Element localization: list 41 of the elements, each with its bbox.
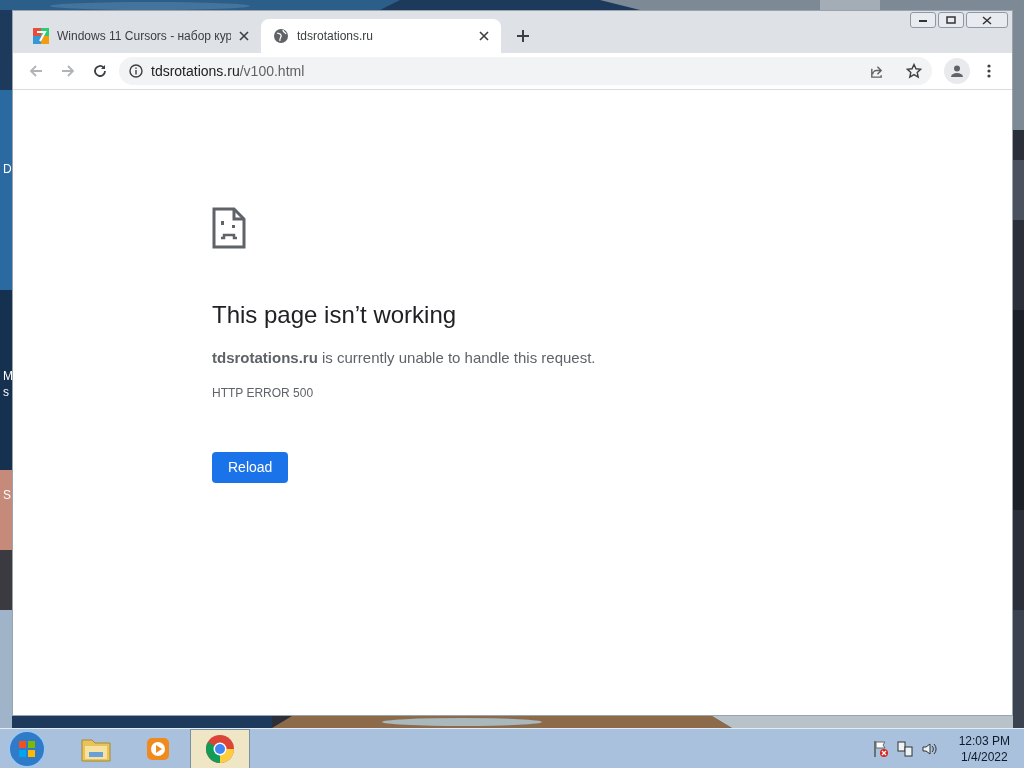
media-player-icon [145, 735, 171, 762]
close-tab-icon[interactable] [479, 31, 489, 41]
clock[interactable]: 12:03 PM 1/4/2022 [958, 732, 1010, 765]
menu-icon [987, 64, 991, 78]
back-arrow-icon [28, 63, 44, 79]
browser-tab[interactable]: tdsrotations.ru [261, 19, 501, 53]
clock-date: 1/4/2022 [960, 748, 1008, 765]
person-icon [950, 64, 964, 78]
clock-time: 12:03 PM [958, 732, 1010, 749]
address-bar[interactable]: tdsrotations.ru/v100.html [119, 57, 932, 85]
sad-page-icon [212, 207, 246, 249]
start-button[interactable] [8, 729, 46, 768]
minimize-icon [918, 17, 928, 23]
browser-tab[interactable]: Windows 11 Cursors - набор кур [21, 19, 261, 53]
forward-arrow-icon [60, 63, 76, 79]
restore-button[interactable] [938, 12, 964, 28]
close-tab-icon[interactable] [239, 31, 249, 41]
site-favicon-icon [33, 28, 49, 44]
tab-title: Windows 11 Cursors - набор кур [57, 28, 231, 45]
tab-title: tdsrotations.ru [297, 28, 375, 45]
star-icon[interactable] [906, 63, 922, 79]
flag-error-icon[interactable] [872, 739, 889, 758]
error-heading: This page isn’t working [212, 300, 457, 330]
taskbar-button[interactable] [190, 728, 250, 768]
globe-icon [273, 28, 289, 44]
reload-icon [92, 63, 108, 79]
plus-icon [516, 29, 530, 43]
speaker-icon[interactable] [920, 740, 937, 757]
restore-icon [946, 16, 956, 24]
error-message: tdsrotations.ru is currently unable to handle this request. [212, 348, 596, 368]
reload-page-button[interactable]: Reload [212, 451, 289, 483]
close-button[interactable] [966, 12, 1008, 28]
network-icon[interactable] [896, 740, 913, 757]
windows-logo-icon [18, 739, 36, 758]
url-text: tdsrotations.ru/v100.html [151, 61, 306, 81]
chrome-logo-icon [205, 733, 235, 764]
close-icon [982, 15, 992, 25]
minimize-button[interactable] [910, 12, 936, 28]
profile-button[interactable] [944, 58, 970, 84]
info-icon [129, 64, 143, 78]
error-code: HTTP ERROR 500 [212, 384, 314, 402]
